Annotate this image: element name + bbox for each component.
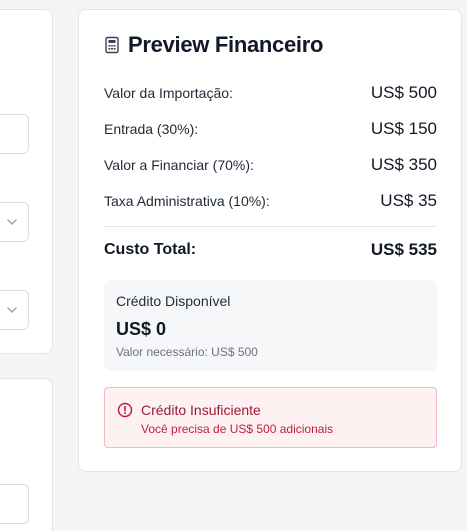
form-select-field[interactable] [0,290,29,330]
row-label: Valor a Financiar (70%): [104,157,254,173]
credit-required-note: Valor necessário: US$ 500 [116,345,258,359]
row-label: Valor da Importação: [104,85,233,101]
summary-row-financed-amount: Valor a Financiar (70%): US$ 350 [104,155,437,175]
alert-circle-icon [117,402,133,418]
row-value: US$ 150 [370,119,437,138]
row-value: US$ 350 [370,155,437,174]
card-header: Preview Financeiro [104,32,323,58]
row-label: Entrada (30%): [104,121,199,137]
financial-preview-card: Preview Financeiro Valor da Importação: … [78,9,462,472]
summary-row-total-cost: Custo Total: US$ 535 [104,240,437,260]
divider [104,226,437,227]
form-input-field[interactable] [0,114,29,154]
form-select-field[interactable] [0,202,29,242]
calculator-icon [105,36,119,54]
summary-row-down-payment: Entrada (30%): US$ 150 [104,119,437,139]
summary-row-admin-fee: Taxa Administrativa (10%): US$ 35 [104,191,437,211]
alert-title: Crédito Insuficiente [141,402,261,418]
insufficient-credit-alert: Crédito Insuficiente Você precisa de US$… [104,387,437,448]
credit-label: Crédito Disponível [116,293,231,309]
total-label: Custo Total: [104,241,197,258]
chevron-down-icon [7,219,17,225]
summary-row-import-value: Valor da Importação: US$ 500 [104,83,437,103]
row-value: US$ 500 [370,83,437,102]
row-label: Taxa Administrativa (10%): [104,193,270,209]
available-credit-box: Crédito Disponível US$ 0 Valor necessári… [104,280,437,371]
total-value: US$ 535 [370,240,437,259]
credit-value: US$ 0 [116,319,167,339]
card-title: Preview Financeiro [128,32,324,57]
form-panel-secondary [0,378,53,531]
alert-message: Você precisa de US$ 500 adicionais [141,422,334,436]
chevron-down-icon [7,307,17,313]
row-value: US$ 35 [380,191,437,210]
form-input-field[interactable] [0,484,29,524]
form-panel [0,9,53,354]
